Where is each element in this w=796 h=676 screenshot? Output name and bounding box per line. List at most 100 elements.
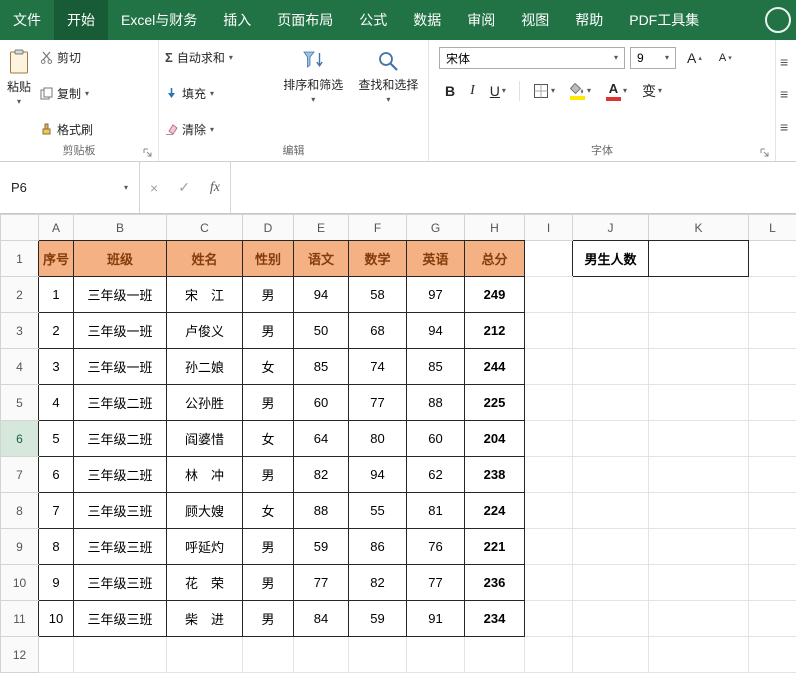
column-header-K[interactable]: K (649, 215, 749, 241)
cell-L11[interactable] (749, 601, 796, 637)
cell-L6[interactable] (749, 421, 796, 457)
cell-H2[interactable]: 249 (465, 277, 525, 313)
cell-H8[interactable]: 224 (465, 493, 525, 529)
align-bottom-icon[interactable]: ≡ (780, 119, 788, 135)
cell-A1[interactable]: 序号 (39, 241, 74, 277)
cell-J1[interactable]: 男生人数 (573, 241, 649, 277)
cell-L10[interactable] (749, 565, 796, 601)
cell-B7[interactable]: 三年级二班 (74, 457, 167, 493)
tab-home[interactable]: 开始 (54, 0, 108, 40)
cell-B9[interactable]: 三年级三班 (74, 529, 167, 565)
cell-H9[interactable]: 221 (465, 529, 525, 565)
shrink-font-button[interactable]: A ▾ (713, 50, 738, 66)
cell-L12[interactable] (749, 637, 796, 673)
cell-D6[interactable]: 女 (243, 421, 294, 457)
cell-F5[interactable]: 77 (349, 385, 407, 421)
cell-H12[interactable] (465, 637, 525, 673)
cell-B1[interactable]: 班级 (74, 241, 167, 277)
cell-K1[interactable] (649, 241, 749, 277)
row-header-10[interactable]: 10 (1, 565, 39, 601)
cell-C6[interactable]: 阎婆惜 (167, 421, 243, 457)
cell-F4[interactable]: 74 (349, 349, 407, 385)
cell-D2[interactable]: 男 (243, 277, 294, 313)
cell-F11[interactable]: 59 (349, 601, 407, 637)
insert-function-button[interactable]: fx (200, 162, 230, 213)
formula-input[interactable] (230, 162, 796, 213)
tab-help[interactable]: 帮助 (562, 0, 616, 40)
column-header-B[interactable]: B (74, 215, 167, 241)
row-header-3[interactable]: 3 (1, 313, 39, 349)
cell-B3[interactable]: 三年级一班 (74, 313, 167, 349)
cell-L7[interactable] (749, 457, 796, 493)
cell-L3[interactable] (749, 313, 796, 349)
row-header-11[interactable]: 11 (1, 601, 39, 637)
row-header-5[interactable]: 5 (1, 385, 39, 421)
cell-C4[interactable]: 孙二娘 (167, 349, 243, 385)
cell-L4[interactable] (749, 349, 796, 385)
cell-K7[interactable] (649, 457, 749, 493)
cell-C9[interactable]: 呼延灼 (167, 529, 243, 565)
cell-A5[interactable]: 4 (39, 385, 74, 421)
cell-A10[interactable]: 9 (39, 565, 74, 601)
cell-F8[interactable]: 55 (349, 493, 407, 529)
cell-A9[interactable]: 8 (39, 529, 74, 565)
cell-I8[interactable] (525, 493, 573, 529)
cell-A7[interactable]: 6 (39, 457, 74, 493)
fill-color-button[interactable]: ▾ (564, 81, 597, 102)
grow-font-button[interactable]: A ▴ (681, 48, 708, 68)
cell-G6[interactable]: 60 (407, 421, 465, 457)
cell-I1[interactable] (525, 241, 573, 277)
tab-insert[interactable]: 插入 (210, 0, 264, 40)
cell-H6[interactable]: 204 (465, 421, 525, 457)
cell-K4[interactable] (649, 349, 749, 385)
column-header-L[interactable]: L (749, 215, 796, 241)
cell-K3[interactable] (649, 313, 749, 349)
cell-E7[interactable]: 82 (294, 457, 349, 493)
cell-D11[interactable]: 男 (243, 601, 294, 637)
account-avatar[interactable] (765, 7, 791, 33)
bold-button[interactable]: B (439, 81, 461, 101)
cell-H5[interactable]: 225 (465, 385, 525, 421)
cell-D3[interactable]: 男 (243, 313, 294, 349)
cell-H11[interactable]: 234 (465, 601, 525, 637)
cell-B12[interactable] (74, 637, 167, 673)
cell-J9[interactable] (573, 529, 649, 565)
cell-G8[interactable]: 81 (407, 493, 465, 529)
tab-page-layout[interactable]: 页面布局 (264, 0, 346, 40)
font-color-button[interactable]: A ▾ (600, 80, 633, 103)
fill-button[interactable]: 填充 ▾ (161, 83, 276, 104)
cell-I11[interactable] (525, 601, 573, 637)
cell-H4[interactable]: 244 (465, 349, 525, 385)
column-header-A[interactable]: A (39, 215, 74, 241)
cell-G11[interactable]: 91 (407, 601, 465, 637)
cell-B4[interactable]: 三年级一班 (74, 349, 167, 385)
cell-E3[interactable]: 50 (294, 313, 349, 349)
cell-G3[interactable]: 94 (407, 313, 465, 349)
cell-B5[interactable]: 三年级二班 (74, 385, 167, 421)
cell-C7[interactable]: 林 冲 (167, 457, 243, 493)
tab-file[interactable]: 文件 (0, 0, 54, 40)
cell-L2[interactable] (749, 277, 796, 313)
autosum-button[interactable]: Σ 自动求和 ▾ (161, 47, 276, 68)
sort-filter-button[interactable]: 排序和筛选 ▾ (276, 44, 351, 143)
name-box[interactable]: P6 ▾ (0, 162, 140, 213)
cell-E4[interactable]: 85 (294, 349, 349, 385)
copy-button[interactable]: 复制 ▾ (36, 83, 97, 104)
cell-C2[interactable]: 宋 江 (167, 277, 243, 313)
dialog-launcher-icon[interactable] (760, 148, 770, 158)
column-header-I[interactable]: I (525, 215, 573, 241)
tab-view[interactable]: 视图 (508, 0, 562, 40)
cell-B11[interactable]: 三年级三班 (74, 601, 167, 637)
clear-button[interactable]: 清除 ▾ (161, 119, 276, 140)
cell-J6[interactable] (573, 421, 649, 457)
align-top-icon[interactable]: ≡ (780, 54, 788, 70)
cell-F1[interactable]: 数学 (349, 241, 407, 277)
cell-F2[interactable]: 58 (349, 277, 407, 313)
cell-E6[interactable]: 64 (294, 421, 349, 457)
cell-A4[interactable]: 3 (39, 349, 74, 385)
cell-F10[interactable]: 82 (349, 565, 407, 601)
find-select-button[interactable]: 查找和选择 ▾ (351, 44, 426, 143)
cell-H1[interactable]: 总分 (465, 241, 525, 277)
cell-A12[interactable] (39, 637, 74, 673)
cell-F3[interactable]: 68 (349, 313, 407, 349)
